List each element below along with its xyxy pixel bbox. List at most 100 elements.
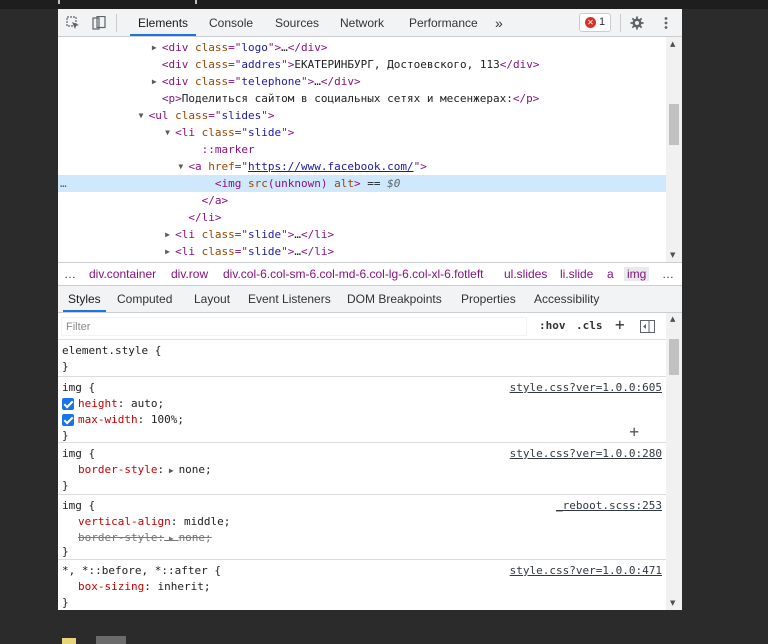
tab-event-listeners[interactable]: Event Listeners: [243, 286, 336, 312]
css-declaration[interactable]: max-width: 100%;: [78, 412, 184, 428]
dom-node-ellipsis[interactable]: …: [60, 175, 67, 192]
tab-accessibility[interactable]: Accessibility: [529, 286, 604, 312]
property-name[interactable]: border-style: [78, 463, 157, 476]
tab-elements[interactable]: Elements: [130, 9, 197, 36]
style-rule[interactable]: img { style.css?ver=1.0.0:280 border-sty…: [58, 443, 666, 495]
styles-scrollbar[interactable]: ▲ ▼: [666, 313, 682, 610]
scroll-down-arrow[interactable]: ▼: [670, 251, 675, 259]
style-rule[interactable]: img { style.css?ver=1.0.0:605 height: au…: [58, 377, 666, 443]
css-declaration[interactable]: border-style: ▶ none;: [78, 462, 212, 478]
breadcrumb-item[interactable]: a: [607, 267, 614, 281]
styles-filter-input[interactable]: [61, 317, 527, 336]
property-value[interactable]: none;: [179, 531, 212, 544]
top-strip: [0, 0, 768, 9]
tab-sources[interactable]: Sources: [267, 9, 327, 36]
property-name[interactable]: border-style: [78, 531, 157, 544]
breadcrumb-ellipsis[interactable]: …: [64, 267, 76, 281]
element-style-rule[interactable]: element.style { }: [58, 340, 666, 377]
expand-triangle-icon[interactable]: ▶: [165, 243, 170, 260]
class-toggle[interactable]: .cls: [576, 319, 603, 332]
dom-node[interactable]: ▶ <div class="logo">…</div>: [58, 39, 666, 56]
dom-node[interactable]: ▶ <li class="slide">…</li>: [58, 226, 666, 243]
rule-close-brace: }: [62, 429, 69, 442]
property-value[interactable]: middle;: [184, 515, 230, 528]
style-rule[interactable]: *, *::before, *::after { style.css?ver=1…: [58, 560, 666, 610]
styles-filter-bar: :hov .cls +: [58, 313, 666, 340]
expand-triangle-icon[interactable]: ▶: [152, 73, 157, 90]
dom-node[interactable]: ▼ <ul class="slides">: [58, 107, 666, 124]
rule-source-link[interactable]: style.css?ver=1.0.0:605: [510, 380, 662, 396]
property-checkbox[interactable]: [62, 414, 74, 426]
css-declaration[interactable]: vertical-align: middle;: [78, 514, 230, 530]
tab-console[interactable]: Console: [201, 9, 261, 36]
scroll-up-arrow[interactable]: ▲: [670, 315, 675, 323]
property-name[interactable]: max-width: [78, 413, 138, 426]
more-tabs-button[interactable]: »: [487, 9, 511, 36]
dom-node[interactable]: </li>: [58, 209, 666, 226]
kebab-menu-icon[interactable]: [659, 16, 673, 30]
error-icon: ✕: [585, 17, 596, 28]
dom-node-markup: <div class="addres">ЕКАТЕРИНБУРГ, Достое…: [161, 58, 540, 71]
overridden-declaration[interactable]: border-style: ▶ none;: [78, 530, 212, 546]
dom-node[interactable]: </a>: [58, 192, 666, 209]
tab-dom-breakpoints[interactable]: DOM Breakpoints: [342, 286, 447, 312]
css-declaration[interactable]: box-sizing: inherit;: [78, 579, 210, 595]
device-toolbar-icon[interactable]: [92, 16, 106, 30]
toggle-sidebar-icon[interactable]: [640, 320, 655, 333]
dom-node[interactable]: ▼ <li class="slide">: [58, 124, 666, 141]
hover-state-toggle[interactable]: :hov: [539, 319, 566, 332]
dom-tree[interactable]: ▶ <div class="logo">…</div> <div class="ad…: [58, 37, 666, 262]
rule-source-link[interactable]: style.css?ver=1.0.0:471: [510, 563, 662, 579]
collapse-triangle-icon[interactable]: ▼: [139, 107, 144, 124]
error-count-badge[interactable]: ✕ 1: [579, 13, 611, 32]
breadcrumb-item[interactable]: ul.slides: [504, 267, 547, 281]
property-name[interactable]: height: [78, 397, 118, 410]
dom-node[interactable]: ▶ <div class="telephone">…</div>: [58, 73, 666, 90]
expand-triangle-icon[interactable]: ▶: [165, 226, 170, 243]
dom-node[interactable]: ▶ <li class="slide">…</li>: [58, 243, 666, 260]
add-property-button[interactable]: +: [629, 422, 639, 441]
dom-node-selected[interactable]: … <img src(unknown) alt> == $0: [58, 175, 666, 192]
dom-node[interactable]: ▼ <a href="https://www.facebook.com/">: [58, 158, 666, 175]
breadcrumb-item[interactable]: li.slide: [560, 267, 593, 281]
breadcrumb-item[interactable]: div.col-6.col-sm-6.col-md-6.col-lg-6.col…: [223, 267, 484, 281]
dom-node-markup: <img src(unknown) alt> == $0: [214, 177, 401, 190]
dom-node[interactable]: <div class="addres">ЕКАТЕРИНБУРГ, Достое…: [58, 56, 666, 73]
tab-network[interactable]: Network: [332, 9, 392, 36]
property-value[interactable]: none;: [179, 463, 212, 476]
rule-source-link[interactable]: _reboot.scss:253: [556, 498, 662, 514]
breadcrumb-item[interactable]: div.row: [171, 267, 208, 281]
collapse-triangle-icon[interactable]: ▼: [178, 158, 183, 175]
rule-close-brace: }: [62, 545, 69, 558]
tab-layout[interactable]: Layout: [189, 286, 235, 312]
scrollbar-thumb[interactable]: [669, 104, 679, 145]
property-value[interactable]: auto;: [131, 397, 164, 410]
property-name[interactable]: box-sizing: [78, 580, 144, 593]
new-style-rule-button[interactable]: +: [615, 315, 625, 334]
expand-triangle-icon[interactable]: ▶: [152, 39, 157, 56]
rule-source-link[interactable]: style.css?ver=1.0.0:280: [510, 446, 662, 462]
tab-properties[interactable]: Properties: [456, 286, 521, 312]
tab-performance[interactable]: Performance: [401, 9, 486, 36]
dom-node[interactable]: <p>Поделиться сайтом в социальных сетях …: [58, 90, 666, 107]
property-value[interactable]: inherit;: [157, 580, 210, 593]
style-rule[interactable]: img { _reboot.scss:253 vertical-align: m…: [58, 495, 666, 560]
tab-computed[interactable]: Computed: [112, 286, 177, 312]
breadcrumb: … div.container div.row div.col-6.col-sm…: [58, 262, 682, 286]
collapse-triangle-icon[interactable]: ▼: [165, 124, 170, 141]
tab-styles[interactable]: Styles: [63, 286, 106, 312]
gear-icon[interactable]: [630, 16, 644, 30]
breadcrumb-ellipsis[interactable]: …: [662, 267, 674, 281]
breadcrumb-item-selected[interactable]: img: [624, 267, 650, 281]
scrollbar-thumb[interactable]: [669, 339, 679, 375]
inspect-element-icon[interactable]: [66, 16, 80, 30]
breadcrumb-item[interactable]: div.container: [89, 267, 156, 281]
property-checkbox[interactable]: [62, 398, 74, 410]
dom-tree-scrollbar[interactable]: ▲ ▼: [666, 37, 682, 262]
scroll-up-arrow[interactable]: ▲: [670, 40, 675, 48]
property-name[interactable]: vertical-align: [78, 515, 171, 528]
scroll-down-arrow[interactable]: ▼: [670, 599, 675, 607]
dom-node[interactable]: ::marker: [58, 141, 666, 158]
property-value[interactable]: 100%;: [151, 413, 184, 426]
css-declaration[interactable]: height: auto;: [78, 396, 164, 412]
